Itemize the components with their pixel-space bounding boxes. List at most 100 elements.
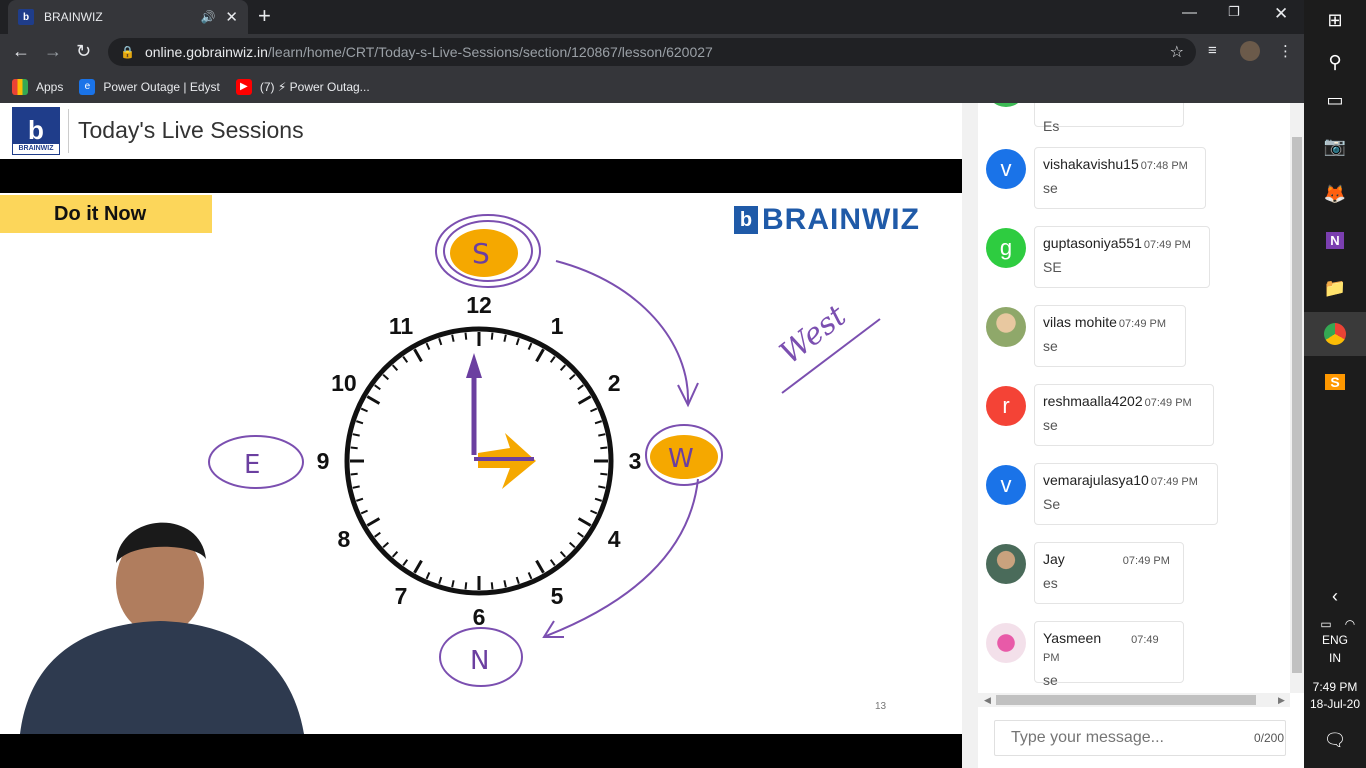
message-text: SE [1043,259,1062,275]
user-avatar-photo [986,307,1026,347]
menu-kebab-icon[interactable]: ⋮ [1278,42,1293,60]
profile-avatar[interactable] [1240,41,1260,61]
message-bubble: Yasmeen 07:49 PM se [1034,621,1184,688]
bookmarks-bar: Apps e Power Outage | Edyst ▶ (7) ⚡ Powe… [0,70,1304,103]
chat-message: Yasmeen 07:49 PM se [986,621,1288,688]
new-tab-button[interactable]: + [258,5,271,27]
message-text: se [1043,672,1058,688]
notification-icon[interactable]: 🗨 [1323,728,1347,752]
file-explorer-icon[interactable]: 📁 [1323,276,1347,300]
chat-horizontal-scrollbar[interactable]: ◀ ▶ [978,693,1290,707]
user-avatar: v [986,465,1026,505]
browser-toolbar: ← → ↻ 🔒 online.gobrainwiz.in /learn/home… [0,34,1304,70]
firefox-icon[interactable]: 🦊 [1323,182,1347,206]
message-time: 07:48 PM [1140,160,1188,172]
brainwiz-logo[interactable]: b BRAINWIZ [12,107,60,155]
lesson-slide: Do it Now b BRAINWIZ 12 1 2 3 4 5 6 7 8 9 10 11 [0,193,962,734]
chat-message-list[interactable]: Es v vishakavishu15 07:48 PM se g guptaso… [978,103,1288,693]
clock-tick [490,332,494,340]
bookmark-apps[interactable]: Apps [12,78,63,95]
reload-icon[interactable]: ↻ [76,40,91,62]
message-time: 07:49 PM [1122,555,1170,567]
chat-panel: Es v vishakavishu15 07:48 PM se g guptaso… [962,103,1304,768]
scrollbar-thumb[interactable] [996,695,1256,705]
user-avatar: r [986,386,1026,426]
brainwiz-favicon-icon: b [18,9,34,25]
language-indicator[interactable]: ENG [1304,633,1366,647]
bookmark-label: (7) ⚡ Power Outag... [259,79,370,94]
logo-word: BRAINWIZ [13,144,59,154]
page-content: b BRAINWIZ Today's Live Sessions Do it N… [0,103,1304,768]
tab-title: BRAINWIZ [44,10,103,24]
chrome-icon[interactable] [1304,312,1366,356]
back-icon[interactable]: ← [12,40,30,62]
chevron-left-icon[interactable]: ‹ [1323,584,1347,608]
search-icon[interactable]: ⚲ [1323,50,1347,74]
message-bubble: vemarajulasya10 07:49 PM Se [1034,463,1218,525]
chat-message-input[interactable] [994,720,1286,756]
clock-number: 10 [331,370,357,396]
clock-date[interactable]: 18-Jul-20 [1304,697,1366,711]
west-circle-label: W [668,444,694,474]
forward-icon[interactable]: → [44,40,62,62]
message-bubble: vilas mohite 07:49 PM se [1034,305,1186,367]
page-title: Today's Live Sessions [78,117,304,143]
clock-time[interactable]: 7:49 PM [1304,680,1366,694]
user-avatar [986,103,1026,107]
scroll-left-icon[interactable]: ◀ [984,693,991,707]
clock-tick [451,580,455,588]
char-counter: 0/200 [1254,731,1285,745]
scroll-right-icon[interactable]: ▶ [1278,693,1285,707]
message-time: 07:49 PM [1118,318,1167,330]
clock-tick [598,485,606,489]
presenter-webcam [20,522,304,734]
username: vishakavishu15 [1043,156,1139,172]
chat-vertical-scrollbar[interactable] [1290,103,1304,693]
close-tab-icon[interactable]: ✕ [225,8,238,26]
presenter-shirt [20,621,304,734]
clock-number: 4 [608,526,621,552]
bookmark-edyst[interactable]: e Power Outage | Edyst [79,78,220,95]
close-window-button[interactable]: ✕ [1274,4,1288,24]
task-view-icon[interactable]: ▭ [1323,88,1347,112]
speaker-icon[interactable]: 🔊 [200,10,215,24]
maximize-button[interactable]: ❐ [1228,4,1240,20]
camera-app-icon[interactable]: 📷 [1323,134,1347,158]
clock-tick [464,582,468,590]
chat-left-gutter [962,103,978,768]
windows-taskbar: ⊞ ⚲ ▭ 📷 🦊 N 📁 S ‹ ▭ ◠ ENG IN 7:49 PM 18-… [1304,0,1366,768]
media-control-icon[interactable]: ≡ [1208,42,1217,59]
username: reshmaalla4202 [1043,393,1143,409]
clock-tick [464,332,468,340]
clock-number: 9 [317,448,330,474]
message-bubble: guptasoniya551 07:49 PM SE [1034,226,1210,288]
message-text: se [1043,180,1058,196]
chat-message: v vishakavishu15 07:48 PM se [986,147,1288,211]
bookmark-star-icon[interactable]: ☆ [1170,42,1184,62]
user-avatar: v [986,149,1026,189]
windows-start-icon[interactable]: ⊞ [1323,8,1347,32]
message-bubble: Es [1034,103,1184,134]
chat-message: Jay 07:49 PM es [986,542,1288,606]
clock-tick [350,472,358,476]
clock-number: 3 [629,448,642,474]
west-word: West [773,298,853,371]
message-text: se [1043,338,1058,354]
bookmark-youtube[interactable]: ▶ (7) ⚡ Power Outag... [235,78,370,95]
address-bar[interactable]: 🔒 online.gobrainwiz.in /learn/home/CRT/T… [108,38,1196,66]
minimize-button[interactable]: — [1182,4,1197,21]
message-text: Se [1043,496,1061,512]
clock-number: 12 [466,292,492,318]
lock-icon[interactable]: 🔒 [120,45,135,59]
clock-number: 6 [473,604,486,630]
slide-number: 13 [875,701,887,712]
user-avatar-photo [986,623,1026,663]
region-indicator[interactable]: IN [1304,651,1366,665]
onenote-icon[interactable]: N [1323,228,1347,252]
video-player[interactable]: Do it Now b BRAINWIZ 12 1 2 3 4 5 6 7 8 9 10 11 [0,159,962,768]
sublime-text-icon[interactable]: S [1323,370,1347,394]
tab-brainwiz[interactable]: b BRAINWIZ 🔊 ✕ [8,0,248,34]
scrollbar-thumb[interactable] [1292,137,1302,673]
username: vemarajulasya10 [1043,472,1149,488]
clock-tick [490,582,494,590]
